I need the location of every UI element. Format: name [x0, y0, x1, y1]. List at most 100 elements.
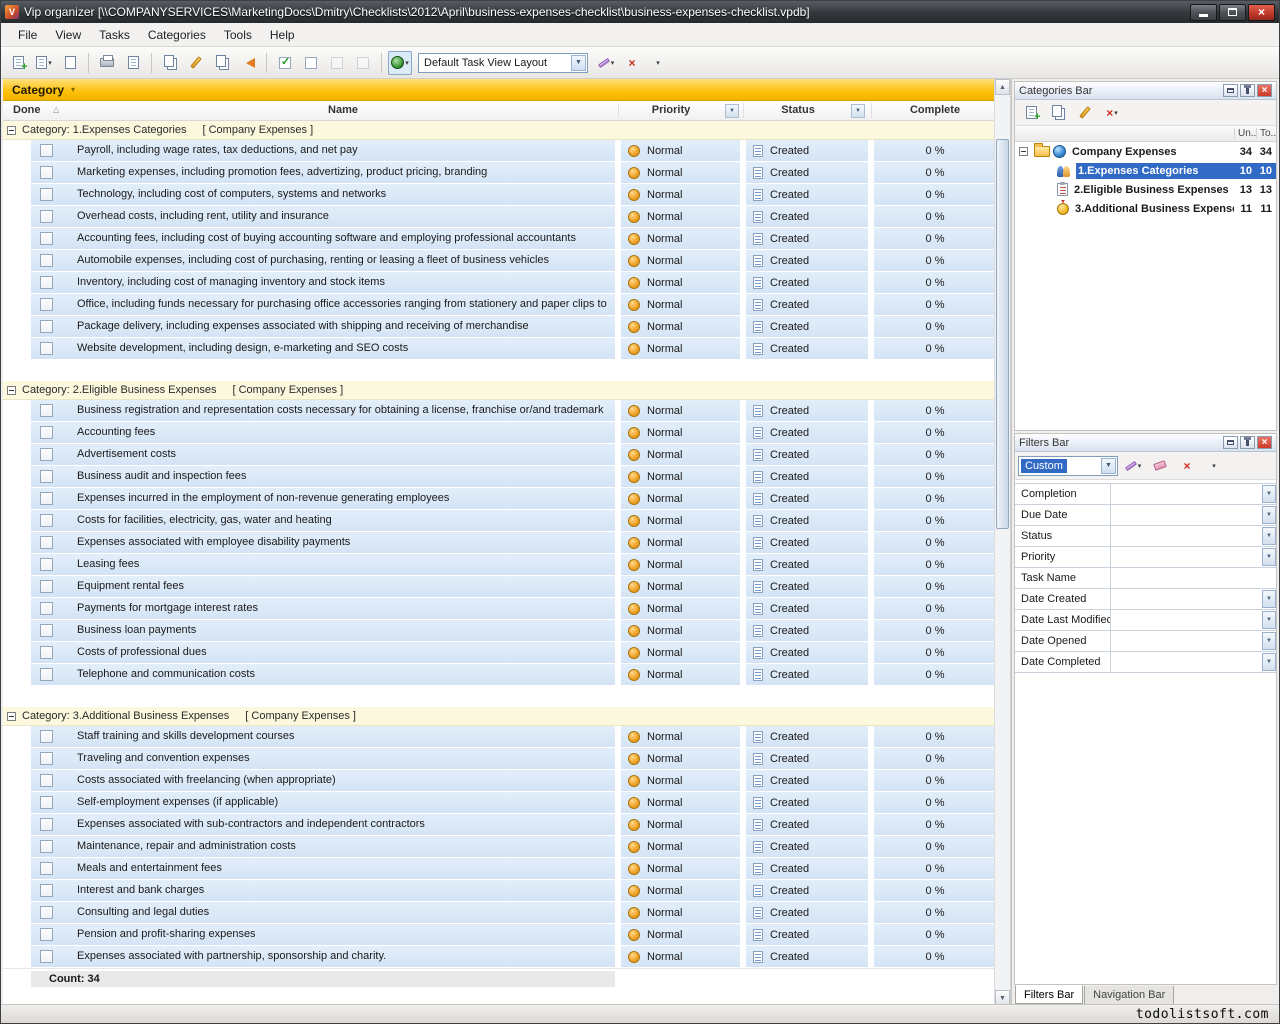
new-task-menu-button[interactable]: ▾ — [32, 51, 56, 75]
print-preview-button[interactable] — [121, 51, 145, 75]
filters-overflow-button[interactable]: ▾ — [1202, 454, 1226, 478]
filter-value-field[interactable]: ▼ — [1111, 652, 1276, 672]
menu-categories[interactable]: Categories — [139, 24, 215, 46]
filter-value-field[interactable]: ▼ — [1111, 610, 1276, 630]
close-panel-button[interactable]: × — [1257, 84, 1272, 97]
minimize-panel-button[interactable] — [1223, 436, 1238, 449]
filter-value-field[interactable]: ▼ — [1111, 484, 1276, 504]
notes-button[interactable] — [58, 51, 82, 75]
dropdown-button[interactable]: ▼ — [1262, 506, 1276, 524]
task-checkbox[interactable] — [40, 818, 53, 831]
dropdown-button[interactable]: ▼ — [1262, 548, 1276, 566]
delete-filter-button[interactable]: × — [1175, 454, 1199, 478]
task-checkbox[interactable] — [40, 906, 53, 919]
undo-button[interactable] — [236, 51, 260, 75]
mark-incomplete-button[interactable] — [299, 51, 323, 75]
column-header-priority[interactable]: Priority — [621, 104, 721, 116]
close-button[interactable]: × — [1248, 4, 1275, 21]
task-row[interactable]: Telephone and communication costsNormalC… — [3, 664, 994, 686]
dropdown-button[interactable]: ▼ — [1262, 611, 1276, 629]
new-category-button[interactable] — [1019, 101, 1043, 125]
scroll-up-button[interactable]: ▲ — [995, 79, 1010, 95]
task-row[interactable]: Website development, including design, e… — [3, 338, 994, 360]
new-task-button[interactable] — [6, 51, 30, 75]
task-row[interactable]: Staff training and skills development co… — [3, 726, 994, 748]
pin-panel-button[interactable] — [1240, 436, 1255, 449]
layout-combobox[interactable]: Default Task View Layout ▼ — [418, 53, 588, 73]
task-checkbox[interactable] — [40, 884, 53, 897]
column-header-complete[interactable]: Complete — [874, 104, 994, 116]
column-header-name[interactable]: Name — [71, 104, 615, 116]
tab-navigation-bar[interactable]: Navigation Bar — [1084, 986, 1174, 1005]
task-checkbox[interactable] — [40, 646, 53, 659]
group-header[interactable]: Category: 2.Eligible Business Expenses[ … — [3, 381, 994, 400]
task-row[interactable]: Costs of professional duesNormalCreated0… — [3, 642, 994, 664]
uncompleted-column-header[interactable]: Un... — [1234, 128, 1256, 139]
filter-value-field[interactable]: ▼ — [1111, 589, 1276, 609]
task-row[interactable]: Costs for facilities, electricity, gas, … — [3, 510, 994, 532]
task-checkbox[interactable] — [40, 840, 53, 853]
collapse-icon[interactable] — [7, 712, 16, 721]
task-row[interactable]: Business registration and representation… — [3, 400, 994, 422]
menu-help[interactable]: Help — [261, 24, 304, 46]
task-checkbox[interactable] — [40, 320, 53, 333]
category-tree-item[interactable]: Company Expenses3434 — [1015, 142, 1276, 161]
task-row[interactable]: Marketing expenses, including promotion … — [3, 162, 994, 184]
clear-filter-button[interactable] — [1148, 454, 1172, 478]
combobox-dropdown-button[interactable]: ▼ — [1101, 458, 1116, 474]
column-header-done[interactable]: Done — [13, 104, 41, 116]
task-row[interactable]: Self-employment expenses (if applicable)… — [3, 792, 994, 814]
dropdown-button[interactable]: ▼ — [1262, 485, 1276, 503]
filter-value-field[interactable]: ▼ — [1111, 505, 1276, 525]
column-header-status[interactable]: Status — [746, 104, 850, 116]
dropdown-button[interactable]: ▼ — [1262, 653, 1276, 671]
task-checkbox[interactable] — [40, 232, 53, 245]
task-checkbox[interactable] — [40, 166, 53, 179]
task-row[interactable]: Expenses associated with sub-contractors… — [3, 814, 994, 836]
task-row[interactable]: Expenses associated with employee disabi… — [3, 532, 994, 554]
filter-value-field[interactable] — [1111, 568, 1276, 588]
task-row[interactable]: Business loan paymentsNormalCreated0 % — [3, 620, 994, 642]
status-filter-button[interactable]: ▼ — [851, 104, 865, 118]
task-checkbox[interactable] — [40, 470, 53, 483]
filter-value-field[interactable]: ▼ — [1111, 631, 1276, 651]
task-row[interactable]: Business audit and inspection feesNormal… — [3, 466, 994, 488]
task-row[interactable]: Consulting and legal dutiesNormalCreated… — [3, 902, 994, 924]
task-row[interactable]: Technology, including cost of computers,… — [3, 184, 994, 206]
task-row[interactable]: Accounting feesNormalCreated0 % — [3, 422, 994, 444]
task-row[interactable]: Office, including funds necessary for pu… — [3, 294, 994, 316]
menu-tools[interactable]: Tools — [215, 24, 261, 46]
filter-value-field[interactable]: ▼ — [1111, 526, 1276, 546]
total-column-header[interactable]: To... — [1256, 128, 1276, 139]
maximize-button[interactable] — [1219, 4, 1246, 21]
filter-value-field[interactable]: ▼ — [1111, 547, 1276, 567]
move-up-button[interactable] — [325, 51, 349, 75]
task-checkbox[interactable] — [40, 210, 53, 223]
category-tree-item[interactable]: 1.Expenses Categories1010 — [1015, 161, 1276, 180]
task-row[interactable]: Expenses associated with partnership, sp… — [3, 946, 994, 968]
task-checkbox[interactable] — [40, 624, 53, 637]
task-checkbox[interactable] — [40, 752, 53, 765]
task-checkbox[interactable] — [40, 580, 53, 593]
minimize-panel-button[interactable] — [1223, 84, 1238, 97]
task-row[interactable]: Payments for mortgage interest ratesNorm… — [3, 598, 994, 620]
task-checkbox[interactable] — [40, 862, 53, 875]
move-down-button[interactable] — [351, 51, 375, 75]
task-checkbox[interactable] — [40, 668, 53, 681]
vertical-scrollbar[interactable]: ▲ ▼ — [994, 79, 1010, 1006]
task-row[interactable]: Expenses incurred in the employment of n… — [3, 488, 994, 510]
task-checkbox[interactable] — [40, 188, 53, 201]
task-checkbox[interactable] — [40, 426, 53, 439]
task-row[interactable]: Maintenance, repair and administration c… — [3, 836, 994, 858]
task-checkbox[interactable] — [40, 730, 53, 743]
menu-view[interactable]: View — [46, 24, 90, 46]
dropdown-button[interactable]: ▼ — [1262, 590, 1276, 608]
edit-task-button[interactable] — [184, 51, 208, 75]
task-checkbox[interactable] — [40, 928, 53, 941]
new-subcategory-button[interactable] — [1046, 101, 1070, 125]
scrollbar-thumb[interactable] — [996, 139, 1009, 529]
close-panel-button[interactable]: × — [1257, 436, 1272, 449]
collapse-icon[interactable] — [1019, 147, 1028, 156]
group-by-band[interactable]: Category ▾ — [3, 79, 994, 101]
task-row[interactable]: Pension and profit-sharing expensesNorma… — [3, 924, 994, 946]
